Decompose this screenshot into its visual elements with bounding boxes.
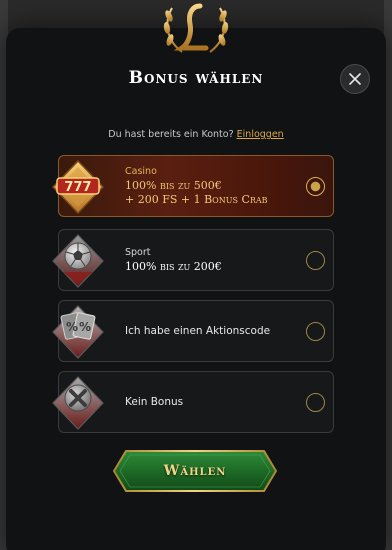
bonus-option-sport[interactable]: Sport 100% bis zu 200€ [52,229,334,291]
bonus-modal: Bonus wählen Du hast bereits ein Konto? … [6,28,386,550]
no-bonus-icon [52,376,104,430]
submit-button[interactable]: Wählen [112,449,278,493]
option-offer-line2: + 200 FS + 1 Bonus Crab [125,192,268,206]
login-prompt-text: Du hast bereits ein Konto? [108,129,234,140]
radio-button-selected[interactable] [306,177,325,196]
bonus-option-none[interactable]: Kein Bonus [52,371,334,433]
option-text: Sport 100% bis zu 200€ [125,230,305,290]
brand-logo-icon [163,3,229,53]
option-category: Casino [125,165,157,177]
percent-coupon-icon: % % [52,305,104,359]
bonus-option-casino[interactable]: 777 Casino 100% bis zu 500€ + 200 FS + 1… [51,155,334,217]
submit-button-label: Wählen [163,463,227,479]
option-text: Casino 100% bis zu 500€ + 200 FS + 1 Bon… [125,156,305,216]
login-link[interactable]: Einloggen [237,129,284,140]
option-label: Kein Bonus [125,396,184,408]
slot-machine-777-icon: 777 [51,159,105,215]
option-offer-line1: 100% bis zu 500€ [125,178,222,192]
option-offer-line1: 100% bis zu 200€ [125,259,222,273]
login-prompt-line: Du hast bereits ein Konto? Einloggen [6,129,386,140]
close-button[interactable] [340,64,370,94]
soccer-ball-icon [52,234,104,288]
close-icon [349,73,361,85]
radio-button[interactable] [306,393,325,412]
svg-text:%: % [66,320,78,334]
option-text: Kein Bonus [125,372,305,432]
modal-title: Bonus wählen [128,68,264,88]
bonus-option-promo-code[interactable]: % % Ich habe einen Aktionscode [52,300,334,362]
option-category: Sport [125,246,151,258]
option-text: Ich habe einen Aktionscode [125,301,305,361]
radio-button[interactable] [306,322,325,341]
option-label: Ich habe einen Aktionscode [125,325,271,337]
svg-text:777: 777 [64,180,91,195]
radio-button[interactable] [306,251,325,270]
svg-text:%: % [79,320,91,334]
